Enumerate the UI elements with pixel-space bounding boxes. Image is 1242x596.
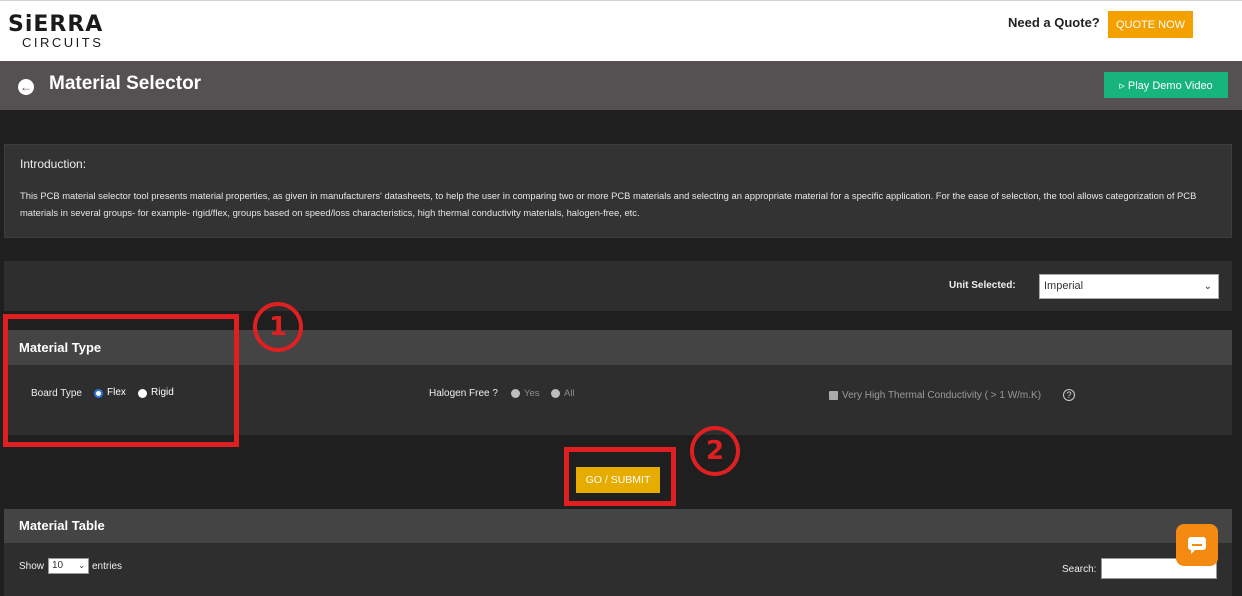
play-demo-video-button[interactable]: ▹ Play Demo Video [1104,72,1228,98]
logo-wordmark: SiERRA [8,12,104,37]
show-entries-label: Show [19,561,45,572]
chevron-down-icon: ⌄ [78,561,85,570]
introduction-text: This PCB material selector tool presents… [20,190,1197,218]
chevron-down-icon: ⌄ [1203,281,1212,292]
halogen-all-radio[interactable] [551,389,560,398]
unit-select[interactable]: Imperial ⌄ [1039,274,1219,299]
material-table-body [4,543,1232,596]
chat-icon [1188,537,1206,554]
entries-select-value: 10 [52,560,64,571]
unit-selected-label: Unit Selected: [949,280,1016,291]
top-bar [0,0,1242,61]
search-label: Search: [1062,564,1097,575]
thermal-conductivity-label[interactable]: Very High Thermal Conductivity ( > 1 W/m… [842,390,1041,401]
quote-prompt: Need a Quote? [1008,15,1100,30]
arrow-left-icon[interactable]: ← [18,79,34,95]
annotation-step-1: 1 [253,302,303,352]
help-icon[interactable]: ? [1063,389,1075,401]
sierra-circuits-logo[interactable]: SiERRA CIRCUITS [8,14,118,50]
introduction-panel: Introduction: This PCB material selector… [4,144,1232,238]
entries-select[interactable]: 10 ⌄ [48,558,89,574]
chat-button[interactable] [1176,524,1218,566]
annotation-box-1 [3,314,239,447]
logo-subtitle: CIRCUITS [22,35,104,50]
halogen-all-label[interactable]: All [564,388,575,399]
annotation-step-2: 2 [690,426,740,476]
halogen-free-label: Halogen Free ? [429,388,498,399]
introduction-heading: Introduction: [20,157,87,171]
thermal-conductivity-checkbox[interactable] [829,391,838,400]
material-table-header [4,509,1232,543]
quote-now-button[interactable]: QUOTE NOW [1108,11,1193,38]
halogen-yes-radio[interactable] [511,389,520,398]
material-table-title: Material Table [19,518,105,533]
halogen-yes-label[interactable]: Yes [524,388,540,399]
annotation-box-2 [564,447,676,506]
unit-select-value: Imperial [1044,280,1084,292]
entries-label: entries [92,561,123,572]
page-title: Material Selector [49,73,202,94]
